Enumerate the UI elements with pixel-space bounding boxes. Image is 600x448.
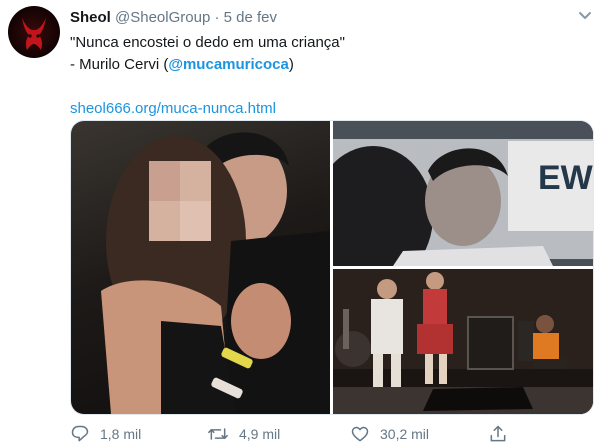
tweet-header: Sheol @SheolGroup · 5 de fev bbox=[70, 9, 277, 26]
avatar[interactable] bbox=[8, 6, 60, 58]
tweet: Sheol @SheolGroup · 5 de fev "Nunca enco… bbox=[0, 0, 600, 448]
like-count: 30,2 mil bbox=[380, 426, 430, 442]
photo-3-art bbox=[333, 269, 593, 414]
attribution-line: - Murilo Cervi (@mucamuricoca) bbox=[70, 54, 590, 76]
external-link[interactable]: sheol666.org/muca-nunca.html bbox=[70, 98, 590, 120]
photo-2-art: EWG bbox=[333, 121, 593, 266]
reply-button[interactable]: 1,8 mil bbox=[70, 424, 141, 444]
media-grid: EWG bbox=[70, 120, 594, 415]
reply-count: 1,8 mil bbox=[100, 426, 142, 442]
retweet-icon bbox=[208, 428, 228, 440]
like-icon bbox=[351, 426, 369, 442]
mention-link[interactable]: @mucamuricoca bbox=[168, 56, 289, 73]
photo-3[interactable] bbox=[333, 269, 593, 414]
chevron-down-icon bbox=[579, 12, 591, 19]
share-button[interactable] bbox=[488, 424, 518, 444]
reply-icon bbox=[71, 425, 89, 442]
attribution-prefix: - Murilo Cervi ( bbox=[70, 56, 169, 73]
tweet-text: "Nunca encostei o dedo em uma criança" -… bbox=[70, 32, 590, 120]
tweet-actions: 1,8 mil 4,9 mil 30,2 mil bbox=[70, 424, 530, 446]
separator-dot: · bbox=[214, 9, 220, 26]
share-icon bbox=[490, 425, 506, 442]
banner-text: EWG bbox=[538, 159, 593, 197]
photo-1-art bbox=[101, 132, 330, 414]
display-name[interactable]: Sheol bbox=[70, 9, 111, 26]
photo-1[interactable] bbox=[71, 121, 330, 414]
tweet-date[interactable]: 5 de fev bbox=[224, 9, 277, 26]
attribution-suffix: ) bbox=[288, 56, 294, 73]
retweet-button[interactable]: 4,9 mil bbox=[207, 424, 280, 444]
more-options-button[interactable] bbox=[575, 8, 595, 24]
like-button[interactable]: 30,2 mil bbox=[350, 424, 429, 444]
devil-logo-icon bbox=[22, 18, 46, 50]
quote-line: "Nunca encostei o dedo em uma criança" bbox=[70, 34, 345, 51]
user-handle[interactable]: @SheolGroup bbox=[115, 9, 210, 26]
retweet-count: 4,9 mil bbox=[239, 426, 281, 442]
photo-2[interactable]: EWG bbox=[333, 121, 593, 266]
